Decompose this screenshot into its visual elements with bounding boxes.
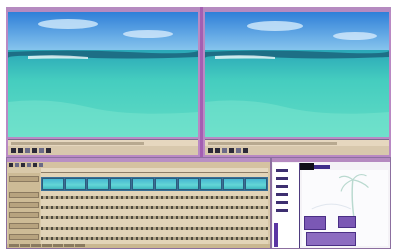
video-clip[interactable]: [200, 178, 222, 190]
footer-button[interactable]: [9, 244, 19, 247]
bin-titlebar[interactable]: [272, 158, 390, 162]
source-scrub-track: [11, 142, 144, 145]
source-video-frame[interactable]: [8, 12, 198, 137]
audio-track[interactable]: [41, 237, 268, 240]
bin-header-block: [300, 163, 314, 170]
bin-thumbnail[interactable]: [306, 232, 356, 246]
footer-button[interactable]: [75, 244, 85, 247]
footer-button[interactable]: [42, 244, 52, 247]
fast-forward-icon[interactable]: [229, 148, 234, 153]
bin-list-item[interactable]: [276, 209, 288, 212]
track-header-v1[interactable]: [9, 176, 39, 182]
beach-image: [8, 12, 198, 137]
video-clip[interactable]: [42, 178, 64, 190]
stop-icon[interactable]: [25, 148, 30, 153]
play-icon[interactable]: [18, 148, 23, 153]
footer-button[interactable]: [53, 244, 63, 247]
video-clip[interactable]: [87, 178, 109, 190]
tool-trim-icon[interactable]: [15, 163, 19, 167]
mark-out-icon[interactable]: [46, 148, 51, 153]
bin-list-item[interactable]: [276, 193, 288, 196]
bin-tab[interactable]: [314, 165, 330, 169]
bin-list-item[interactable]: [276, 177, 288, 180]
video-clip[interactable]: [109, 178, 132, 190]
video-editor-window: [0, 0, 396, 251]
footer-button[interactable]: [31, 244, 41, 247]
source-viewer: [6, 7, 200, 157]
bin-sidebar: [273, 163, 300, 248]
track-header-v2[interactable]: [9, 192, 39, 198]
track-headers: [8, 173, 40, 245]
video-clip[interactable]: [154, 178, 177, 190]
mark-out-icon[interactable]: [243, 148, 248, 153]
tool-overwrite-icon[interactable]: [27, 163, 31, 167]
video-track: [41, 177, 268, 191]
record-scrub-bar[interactable]: [205, 139, 389, 146]
record-scrub-track: [208, 142, 337, 145]
tool-extract-icon[interactable]: [39, 163, 43, 167]
fast-forward-icon[interactable]: [32, 148, 37, 153]
video-clip[interactable]: [64, 178, 87, 190]
mark-in-icon[interactable]: [39, 148, 44, 153]
mark-in-icon[interactable]: [236, 148, 241, 153]
audio-track[interactable]: [41, 196, 268, 199]
track-header-a2[interactable]: [9, 212, 39, 218]
video-clip[interactable]: [132, 178, 154, 190]
bin-scroll-accent[interactable]: [274, 223, 278, 247]
record-transport-controls: [205, 146, 389, 155]
stop-icon[interactable]: [222, 148, 227, 153]
tool-select-icon[interactable]: [9, 163, 13, 167]
video-clip[interactable]: [177, 178, 200, 190]
bin-list-item[interactable]: [276, 185, 288, 188]
video-clip[interactable]: [222, 178, 245, 190]
footer-button[interactable]: [64, 244, 74, 247]
tool-lift-icon[interactable]: [33, 163, 37, 167]
bin-preview-area[interactable]: [302, 170, 388, 246]
track-area[interactable]: [41, 173, 268, 245]
bin-thumbnail[interactable]: [338, 216, 356, 228]
beach-image: [205, 12, 389, 137]
audio-track[interactable]: [41, 227, 268, 230]
timeline-panel: [6, 157, 271, 249]
rewind-icon[interactable]: [208, 148, 213, 153]
play-icon[interactable]: [215, 148, 220, 153]
bin-panel: [271, 157, 391, 249]
bin-list-item[interactable]: [276, 201, 288, 204]
record-video-frame[interactable]: [205, 12, 389, 137]
video-clip[interactable]: [245, 178, 267, 190]
record-viewer: [203, 7, 391, 157]
tool-splice-icon[interactable]: [21, 163, 25, 167]
rewind-icon[interactable]: [11, 148, 16, 153]
source-transport-controls: [8, 146, 198, 155]
track-header-a4[interactable]: [9, 234, 39, 240]
timeline-footer: [7, 244, 270, 248]
track-header-a1[interactable]: [9, 202, 39, 208]
footer-button[interactable]: [20, 244, 30, 247]
bin-list-item[interactable]: [276, 169, 288, 172]
bin-thumbnail[interactable]: [304, 216, 326, 230]
track-header-a3[interactable]: [9, 223, 39, 229]
audio-track[interactable]: [41, 216, 268, 219]
audio-track[interactable]: [41, 206, 268, 209]
source-scrub-bar[interactable]: [8, 139, 198, 146]
